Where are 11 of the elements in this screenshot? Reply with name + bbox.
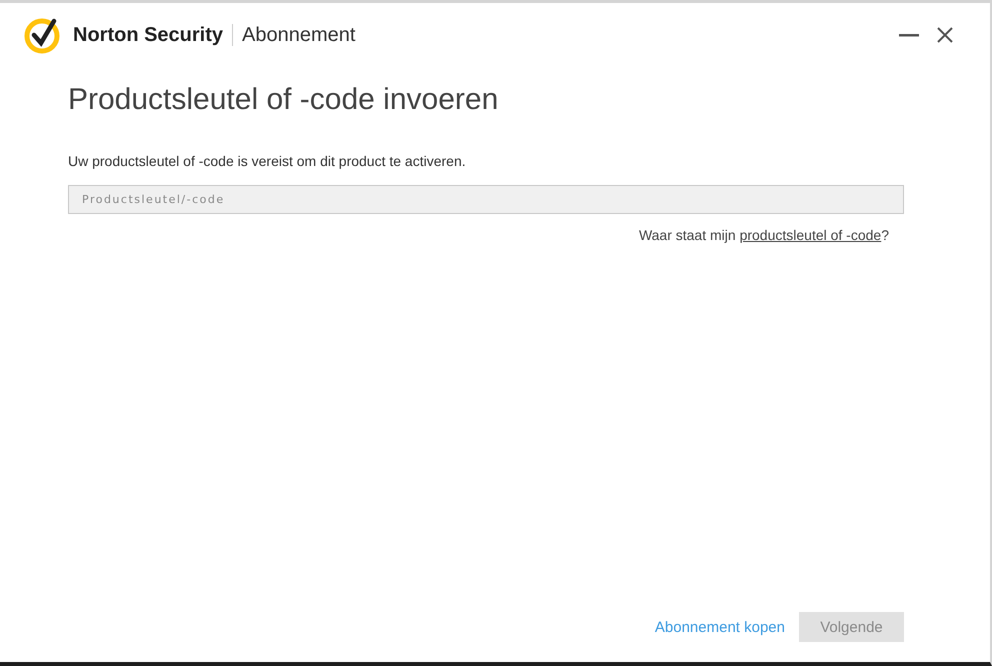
buy-subscription-link[interactable]: Abonnement kopen <box>654 618 785 636</box>
logo-icon <box>24 16 62 54</box>
close-icon <box>937 27 953 43</box>
product-name: Norton Security <box>73 24 224 46</box>
product-key-link[interactable]: productsleutel of -code <box>740 227 882 243</box>
product-key-field[interactable]: Productsleutel/-code <box>68 185 904 214</box>
section-title: Abonnement <box>242 24 356 46</box>
page-heading: Productsleutel of -code invoeren <box>68 83 500 117</box>
help-text: Waar staat mijn productsleutel of -code? <box>638 227 889 243</box>
description-text: Uw productsleutel of -code is vereist om dit product te activeren. <box>68 153 467 169</box>
minimize-icon <box>899 33 919 37</box>
